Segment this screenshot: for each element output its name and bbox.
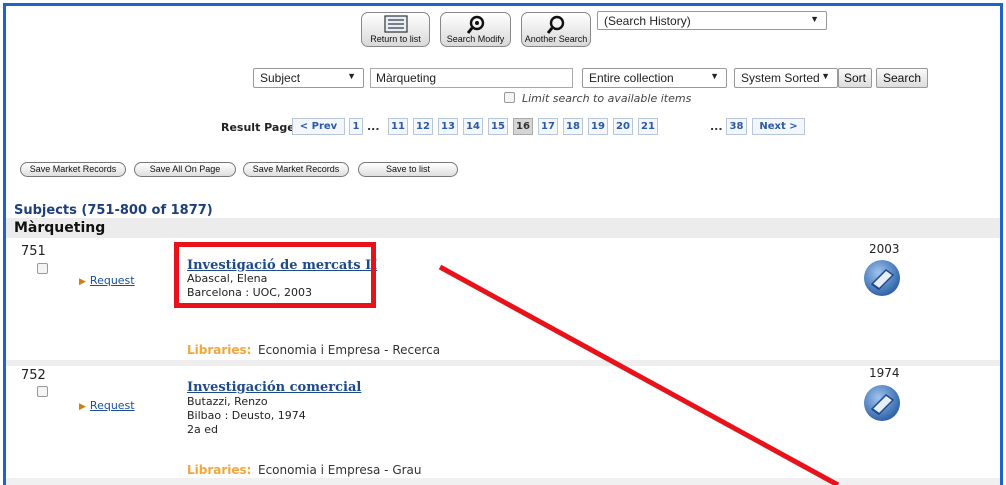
annotation-arrow-line	[438, 264, 840, 485]
